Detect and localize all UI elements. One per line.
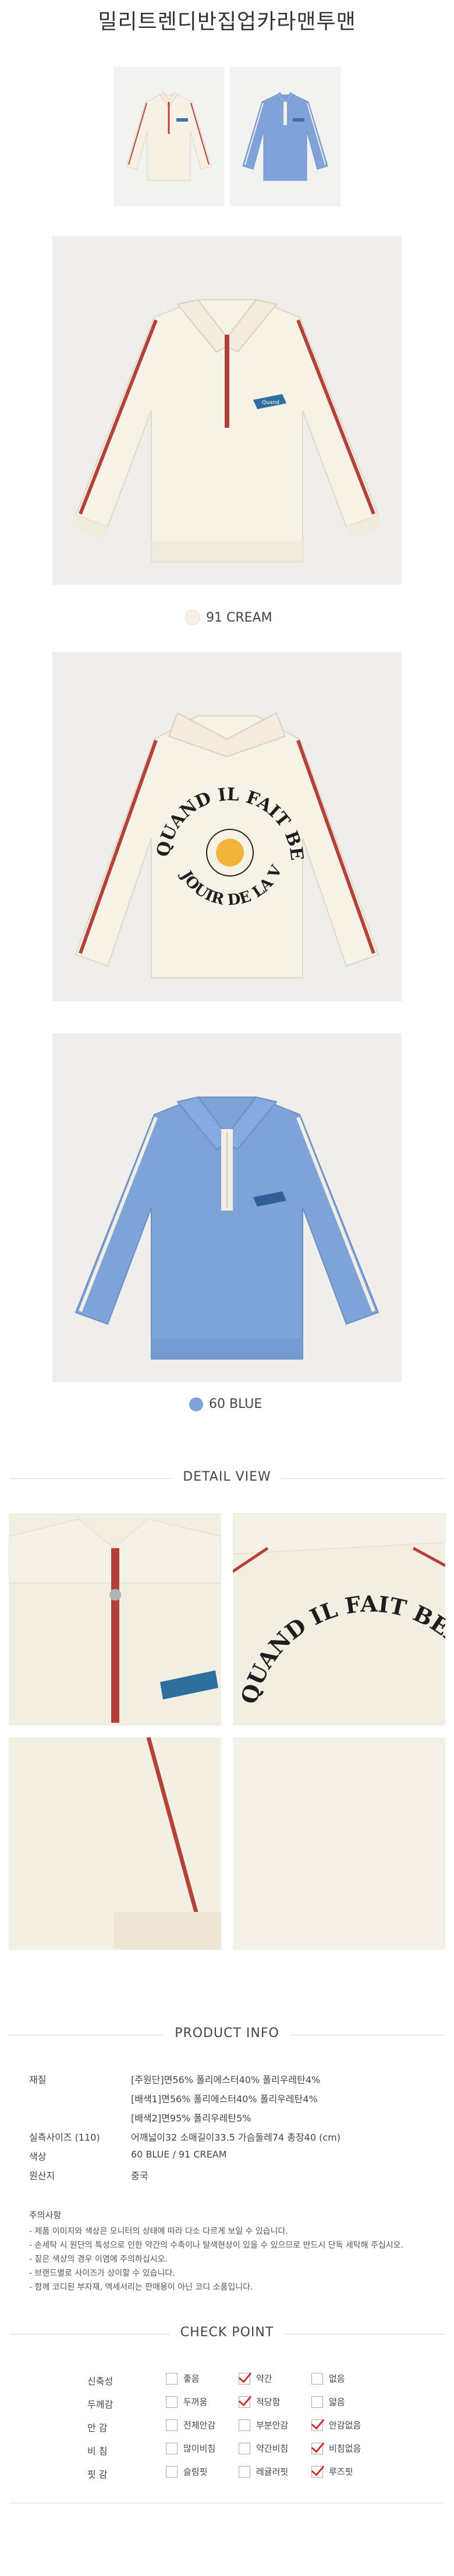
checkbox[interactable] bbox=[311, 2396, 323, 2408]
check-option[interactable]: 레귤러핏 bbox=[239, 2465, 288, 2478]
checkbox-checked[interactable] bbox=[311, 2419, 323, 2431]
check-option[interactable]: 많이비침 bbox=[166, 2442, 215, 2454]
cream-back-photo: QUAND IL FAIT BEAU JOUIR DE LA VIE bbox=[52, 652, 402, 1001]
color-caption-blue: 60 BLUE bbox=[189, 1397, 262, 1411]
check-option[interactable]: 부분안감 bbox=[239, 2419, 288, 2431]
check-option[interactable]: 얇음 bbox=[311, 2396, 345, 2408]
check-option[interactable]: 약간비침 bbox=[239, 2442, 288, 2454]
checkbox[interactable] bbox=[239, 2442, 250, 2454]
cream-front-photo: Quand bbox=[52, 236, 402, 585]
info-label-color: 색상 bbox=[29, 2151, 47, 2162]
checkbox-checked[interactable] bbox=[311, 2442, 323, 2454]
notice-line: - 함께 코디된 부자재, 액세서리는 판매용이 아닌 코디 소품입니다. bbox=[29, 2283, 253, 2292]
detail-fabric-image bbox=[233, 1737, 445, 1950]
product-title: 밀리트렌디반집업카라맨투맨 bbox=[98, 10, 356, 34]
detail-fabric-photo bbox=[233, 1737, 445, 1950]
info-label-origin: 원산지 bbox=[29, 2170, 55, 2181]
info-value-size: 어깨넓이32 소매길이33.5 가슴둘레74 총장40 (cm) bbox=[131, 2132, 340, 2143]
checkbox[interactable] bbox=[166, 2419, 178, 2431]
back-arc-top-text: QUAND IL FAIT BEAU bbox=[52, 652, 307, 861]
detail-print-image: QUAND IL FAIT BEAU bbox=[233, 1513, 445, 1726]
detail-print-photo: QUAND IL FAIT BEAU bbox=[233, 1513, 445, 1726]
info-label-size: 실측사이즈 (110) bbox=[29, 2132, 100, 2143]
detail-zipper-image bbox=[9, 1513, 221, 1726]
notice-line: - 제품 이미지와 색상은 모니터의 상태에 따라 다소 다르게 보일 수 있습… bbox=[29, 2227, 288, 2236]
checkbox[interactable] bbox=[239, 2465, 250, 2478]
detail-sleeve-image bbox=[9, 1737, 221, 1950]
cream-sweatshirt-thumb-image bbox=[126, 92, 212, 181]
info-value-material-1: [주원단]면56% 폴리에스터40% 폴리우레탄4% bbox=[131, 2074, 321, 2085]
checkbox-checked[interactable] bbox=[239, 2372, 250, 2385]
check-option[interactable]: 적당함 bbox=[239, 2396, 280, 2408]
info-value-material-2: [배색1]면56% 폴리에스터40% 폴리우레탄4% bbox=[131, 2094, 318, 2105]
color-caption-cream: 91 CREAM bbox=[185, 610, 272, 625]
check-label: 핏 감 bbox=[87, 2469, 108, 2480]
check-option[interactable]: 슬림핏 bbox=[166, 2465, 207, 2478]
checkbox[interactable] bbox=[311, 2372, 323, 2385]
checkbox[interactable] bbox=[166, 2465, 178, 2478]
info-value-origin: 중국 bbox=[131, 2170, 148, 2181]
detail-zipper-photo bbox=[9, 1513, 221, 1726]
check-point-title: CHECK POINT bbox=[0, 2325, 454, 2340]
product-info-title: PRODUCT INFO bbox=[0, 2026, 454, 2041]
check-label: 안 감 bbox=[87, 2422, 108, 2433]
checkbox-checked[interactable] bbox=[311, 2465, 323, 2478]
notice-list: - 제품 이미지와 색상은 모니터의 상태에 따라 다소 다르게 보일 수 있습… bbox=[29, 2224, 437, 2294]
checkbox[interactable] bbox=[166, 2396, 178, 2408]
check-label: 비 침 bbox=[87, 2446, 108, 2457]
blue-swatch-icon bbox=[189, 1397, 203, 1411]
notice-line: - 짙은 색상의 경우 이염에 주의하십시오. bbox=[29, 2255, 168, 2264]
check-label: 신축성 bbox=[87, 2376, 114, 2387]
check-option[interactable]: 약간 bbox=[239, 2372, 272, 2385]
notice-line: - 손세탁 시 원단의 특성으로 인한 약간의 수축이나 탈색현상이 있을 수 … bbox=[29, 2241, 403, 2250]
check-option[interactable]: 좋음 bbox=[166, 2372, 200, 2385]
notice-line: - 브랜드별로 사이즈가 상이할 수 있습니다. bbox=[29, 2269, 175, 2278]
svg-text:Quand: Quand bbox=[262, 400, 279, 406]
info-value-material-3: [배색2]면95% 폴리우레탄5% bbox=[131, 2113, 251, 2124]
cream-swatch-icon bbox=[185, 610, 200, 625]
thumbnail-cream[interactable] bbox=[114, 67, 224, 207]
blue-front-photo bbox=[52, 1033, 402, 1382]
blue-sweatshirt-thumb-image bbox=[242, 92, 328, 181]
back-arc-bottom-text: JOUIR DE LA VIE bbox=[52, 652, 286, 909]
checkbox[interactable] bbox=[166, 2372, 178, 2385]
checkbox[interactable] bbox=[166, 2442, 178, 2454]
check-option[interactable]: 전체안감 bbox=[166, 2419, 215, 2431]
check-option[interactable]: 비침없음 bbox=[311, 2442, 361, 2454]
color-label-cream: 91 CREAM bbox=[206, 610, 272, 625]
blue-front-image bbox=[75, 1096, 379, 1360]
notice-title: 주의사항 bbox=[29, 2210, 62, 2220]
detail-view-title: DETAIL VIEW bbox=[0, 1470, 454, 1484]
cream-front-image: Quand bbox=[71, 299, 383, 562]
check-option[interactable]: 두꺼움 bbox=[166, 2396, 207, 2408]
back-print-text: QUAND IL FAIT BEAU JOUIR DE LA VIE bbox=[52, 652, 307, 909]
svg-text:QUAND IL FAIT BEAU: QUAND IL FAIT BEAU bbox=[52, 652, 307, 861]
checkbox-checked[interactable] bbox=[239, 2396, 250, 2408]
check-option[interactable]: 안감없음 bbox=[311, 2419, 361, 2431]
color-label-blue: 60 BLUE bbox=[209, 1397, 263, 1411]
check-label: 두께감 bbox=[87, 2399, 114, 2410]
thumbnail-blue[interactable] bbox=[230, 67, 340, 207]
detail-sleeve-photo bbox=[9, 1737, 221, 1950]
checkbox[interactable] bbox=[239, 2419, 250, 2431]
info-value-color: 60 BLUE / 91 CREAM bbox=[131, 2149, 227, 2160]
svg-text:JOUIR DE LA VIE: JOUIR DE LA VIE bbox=[52, 652, 286, 909]
check-option[interactable]: 루즈핏 bbox=[311, 2465, 353, 2478]
check-option[interactable]: 없음 bbox=[311, 2372, 345, 2385]
info-label-material: 재질 bbox=[29, 2074, 47, 2085]
